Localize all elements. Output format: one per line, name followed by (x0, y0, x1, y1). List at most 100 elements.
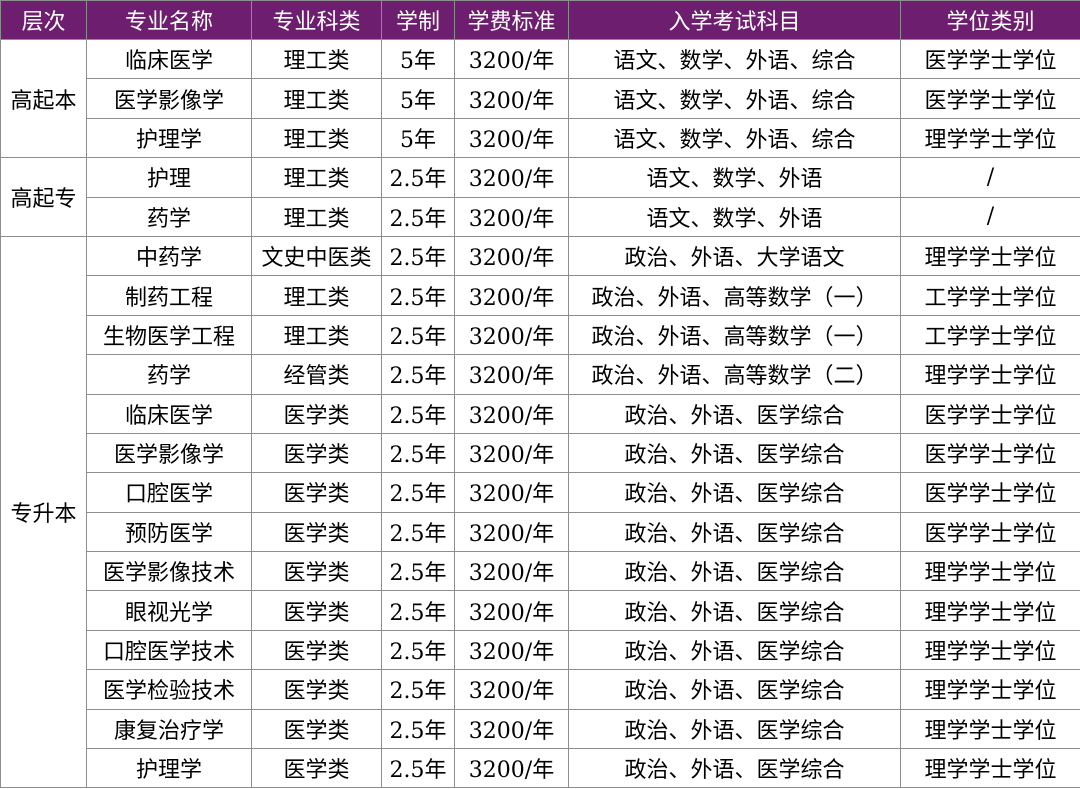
exam-subjects-cell: 政治、外语、医学综合 (568, 748, 901, 789)
tuition-cell: 3200/年 (454, 629, 569, 671)
duration-cell: 2.5年 (381, 157, 455, 198)
degree-cell: / (900, 196, 1080, 237)
degree-cell: 理学学士学位 (900, 669, 1080, 710)
degree-cell: 理学学士学位 (900, 629, 1080, 671)
table-row: 护理学 理工类 5年 3200/年 语文、数学、外语、综合 理学学士学位 (1, 117, 1080, 159)
category-cell: 医学类 (251, 551, 382, 592)
major-cell: 医学影像技术 (86, 551, 252, 592)
category-cell: 理工类 (251, 275, 382, 316)
table-row: 护理学 医学类 2.5年 3200/年 政治、外语、医学综合 理学学士学位 (1, 748, 1080, 789)
major-cell: 生物医学工程 (86, 314, 252, 356)
major-cell: 护理学 (86, 748, 252, 789)
table-header-row: 层次 专业名称 专业科类 学制 学费标准 入学考试科目 学位类别 (0, 0, 1080, 40)
major-cell: 眼视光学 (86, 590, 252, 631)
exam-subjects-cell: 政治、外语、医学综合 (568, 669, 901, 710)
tuition-cell: 3200/年 (454, 314, 569, 356)
duration-cell: 2.5年 (381, 708, 455, 750)
major-cell: 口腔医学 (86, 472, 252, 513)
category-cell: 理工类 (251, 196, 382, 237)
category-cell: 医学类 (251, 708, 382, 750)
duration-cell: 2.5年 (381, 314, 455, 356)
exam-subjects-cell: 政治、外语、医学综合 (568, 551, 901, 592)
duration-cell: 2.5年 (381, 354, 455, 395)
degree-cell: / (900, 157, 1080, 198)
table-row: 口腔医学技术 医学类 2.5年 3200/年 政治、外语、医学综合 理学学士学位 (1, 629, 1080, 671)
exam-subjects-cell: 政治、外语、医学综合 (568, 472, 901, 513)
tuition-cell: 3200/年 (454, 393, 569, 434)
major-cell: 制药工程 (86, 275, 252, 316)
table-row: 药学 经管类 2.5年 3200/年 政治、外语、高等数学（二） 理学学士学位 (1, 354, 1080, 395)
tuition-cell: 3200/年 (454, 708, 569, 750)
category-cell: 文史中医类 (251, 235, 382, 277)
major-cell: 中药学 (86, 235, 252, 277)
tuition-cell: 3200/年 (454, 78, 569, 119)
header-major: 专业名称 (86, 0, 252, 40)
major-cell: 医学影像学 (86, 432, 252, 474)
table-body: 高起本 临床医学 理工类 5年 3200/年 语文、数学、外语、综合 医学学士学位 医学影像学… (0, 38, 1080, 789)
degree-cell: 理学学士学位 (900, 117, 1080, 159)
duration-cell: 2.5年 (381, 472, 455, 513)
tuition-cell: 3200/年 (454, 669, 569, 710)
duration-cell: 5年 (381, 38, 455, 80)
duration-cell: 2.5年 (381, 748, 455, 789)
tuition-cell: 3200/年 (454, 117, 569, 159)
tuition-cell: 3200/年 (454, 472, 569, 513)
tuition-cell: 3200/年 (454, 511, 569, 553)
major-cell: 药学 (86, 354, 252, 395)
major-cell: 康复治疗学 (86, 708, 252, 750)
degree-cell: 医学学士学位 (900, 78, 1080, 119)
duration-cell: 2.5年 (381, 551, 455, 592)
degree-cell: 工学学士学位 (900, 275, 1080, 316)
level-cell: 高起本 (0, 38, 87, 159)
category-cell: 医学类 (251, 629, 382, 671)
exam-subjects-cell: 政治、外语、医学综合 (568, 432, 901, 474)
degree-cell: 理学学士学位 (900, 708, 1080, 750)
header-duration: 学制 (381, 0, 455, 40)
table-row: 医学影像技术 医学类 2.5年 3200/年 政治、外语、医学综合 理学学士学位 (1, 551, 1080, 592)
tuition-cell: 3200/年 (454, 432, 569, 474)
table-row: 口腔医学 医学类 2.5年 3200/年 政治、外语、医学综合 医学学士学位 (1, 472, 1080, 513)
table-row: 医学影像学 医学类 2.5年 3200/年 政治、外语、医学综合 医学学士学位 (1, 432, 1080, 474)
category-cell: 医学类 (251, 511, 382, 553)
degree-cell: 工学学士学位 (900, 314, 1080, 356)
header-level: 层次 (0, 0, 87, 40)
tuition-cell: 3200/年 (454, 748, 569, 789)
duration-cell: 5年 (381, 117, 455, 159)
exam-subjects-cell: 政治、外语、医学综合 (568, 511, 901, 553)
degree-cell: 医学学士学位 (900, 38, 1080, 80)
duration-cell: 2.5年 (381, 432, 455, 474)
category-cell: 医学类 (251, 472, 382, 513)
tuition-cell: 3200/年 (454, 235, 569, 277)
level-cell: 专升本 (0, 235, 87, 789)
duration-cell: 2.5年 (381, 275, 455, 316)
major-cell: 临床医学 (86, 393, 252, 434)
duration-cell: 2.5年 (381, 511, 455, 553)
table-row: 药学 理工类 2.5年 3200/年 语文、数学、外语 / (1, 196, 1080, 237)
duration-cell: 2.5年 (381, 393, 455, 434)
exam-subjects-cell: 政治、外语、医学综合 (568, 590, 901, 631)
major-cell: 护理学 (86, 117, 252, 159)
table-row: 医学影像学 理工类 5年 3200/年 语文、数学、外语、综合 医学学士学位 (1, 78, 1080, 119)
exam-subjects-cell: 语文、数学、外语 (568, 196, 901, 237)
tuition-cell: 3200/年 (454, 551, 569, 592)
header-exam-subjects: 入学考试科目 (568, 0, 901, 40)
table-row: 高起本 临床医学 理工类 5年 3200/年 语文、数学、外语、综合 医学学士学位 (0, 38, 1080, 159)
exam-subjects-cell: 政治、外语、医学综合 (568, 393, 901, 434)
category-cell: 理工类 (251, 314, 382, 356)
table-row: 临床医学 医学类 2.5年 3200/年 政治、外语、医学综合 医学学士学位 (1, 393, 1080, 434)
degree-cell: 医学学士学位 (900, 511, 1080, 553)
exam-subjects-cell: 语文、数学、外语、综合 (568, 38, 901, 80)
degree-cell: 理学学士学位 (900, 551, 1080, 592)
exam-subjects-cell: 政治、外语、大学语文 (568, 235, 901, 277)
category-cell: 理工类 (251, 157, 382, 198)
table-row: 专升本 中药学 文史中医类 2.5年 3200/年 政治、外语、大学语文 理学学士学位 (0, 235, 1080, 789)
duration-cell: 2.5年 (381, 669, 455, 710)
exam-subjects-cell: 政治、外语、高等数学（二） (568, 354, 901, 395)
tuition-cell: 3200/年 (454, 590, 569, 631)
header-tuition: 学费标准 (454, 0, 569, 40)
duration-cell: 2.5年 (381, 196, 455, 237)
tuition-cell: 3200/年 (454, 157, 569, 198)
degree-cell: 医学学士学位 (900, 432, 1080, 474)
table-row: 预防医学 医学类 2.5年 3200/年 政治、外语、医学综合 医学学士学位 (1, 511, 1080, 553)
category-cell: 医学类 (251, 590, 382, 631)
